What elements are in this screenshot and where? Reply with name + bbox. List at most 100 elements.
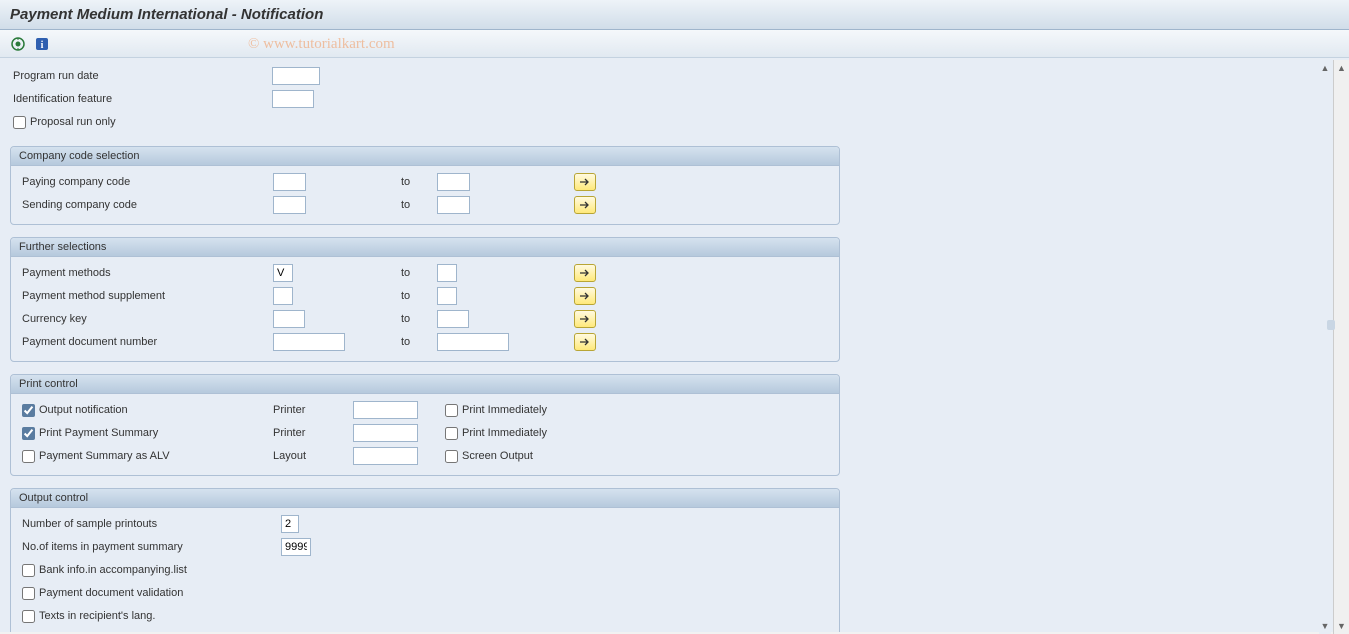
scroll-up-icon[interactable]: ▲ [1336,62,1348,74]
payment-method-supplement-row: Payment method supplement to [19,286,831,306]
output-notification-checkbox[interactable] [22,404,35,417]
output-notification-label: Output notification [39,404,128,416]
sending-company-code-label: Sending company code [19,199,273,211]
scroll-down-icon[interactable]: ▼ [1336,620,1348,632]
sending-company-code-to[interactable] [437,196,470,214]
identification-feature-label: Identification feature [10,93,272,105]
proposal-run-only-label: Proposal run only [30,116,116,128]
num-sample-printouts-input[interactable] [281,515,299,533]
scroll-grip-icon[interactable] [1327,320,1335,330]
arrow-right-icon [578,176,592,188]
output-control-group: Output control Number of sample printout… [10,488,840,632]
to-label: to [401,267,437,279]
num-sample-printouts-label: Number of sample printouts [19,518,281,530]
page-title-bar: Payment Medium International - Notificat… [0,0,1349,30]
print-immediately-checkbox-1[interactable] [445,404,458,417]
info-icon: i [34,36,50,52]
program-run-date-row: Program run date [10,66,1328,86]
print-immediately-label-1: Print Immediately [462,404,547,416]
num-items-summary-label: No.of items in payment summary [19,541,281,553]
scroll-up-icon[interactable]: ▲ [1319,62,1331,74]
further-selections-header: Further selections [11,238,839,257]
to-label: to [401,290,437,302]
output-notification-row: Output notification Printer Print Immedi… [19,400,831,420]
top-fields: Program run date Identification feature … [10,66,1328,132]
bank-info-label: Bank info.in accompanying.list [39,564,187,576]
print-payment-summary-label: Print Payment Summary [39,427,158,439]
paying-company-code-label: Paying company code [19,176,273,188]
currency-key-to[interactable] [437,310,469,328]
payment-document-number-from[interactable] [273,333,345,351]
proposal-run-only-checkbox[interactable] [13,116,26,129]
multiple-selection-button[interactable] [574,196,596,214]
sending-company-code-from[interactable] [273,196,306,214]
print-immediately-label-2: Print Immediately [462,427,547,439]
paying-company-code-to[interactable] [437,173,470,191]
print-control-group: Print control Output notification Printe… [10,374,840,476]
page-title: Payment Medium International - Notificat… [10,6,323,23]
payment-summary-alv-checkbox[interactable] [22,450,35,463]
printer-label-2: Printer [273,427,353,439]
print-immediately-checkbox-2[interactable] [445,427,458,440]
payment-methods-to[interactable] [437,264,457,282]
toolbar: i [0,30,1349,58]
payment-summary-alv-label: Payment Summary as ALV [39,450,170,462]
payment-summary-alv-layout[interactable] [353,447,418,465]
screen-output-label: Screen Output [462,450,533,462]
inner-scrollbar[interactable]: ▲ ▼ [1319,60,1331,634]
execute-button[interactable] [8,34,28,54]
arrow-right-icon [578,267,592,279]
paying-company-code-from[interactable] [273,173,306,191]
payment-document-number-row: Payment document number to [19,332,831,352]
currency-key-label: Currency key [19,313,273,325]
print-control-header: Print control [11,375,839,394]
sending-company-code-row: Sending company code to [19,195,831,215]
to-label: to [401,313,437,325]
currency-key-row: Currency key to [19,309,831,329]
arrow-right-icon [578,336,592,348]
payment-methods-from[interactable] [273,264,293,282]
identification-feature-row: Identification feature [10,89,1328,109]
arrow-right-icon [578,313,592,325]
payment-document-number-to[interactable] [437,333,509,351]
texts-recipient-lang-label: Texts in recipient's lang. [39,610,155,622]
printer-label: Printer [273,404,353,416]
texts-recipient-lang-checkbox[interactable] [22,610,35,623]
multiple-selection-button[interactable] [574,310,596,328]
texts-recipient-lang-row: Texts in recipient's lang. [19,606,831,626]
payment-doc-validation-checkbox[interactable] [22,587,35,600]
bank-info-row: Bank info.in accompanying.list [19,560,831,580]
svg-text:i: i [41,40,44,51]
multiple-selection-button[interactable] [574,264,596,282]
num-items-summary-input[interactable] [281,538,311,556]
outer-scrollbar[interactable]: ▲ ▼ [1333,60,1349,634]
company-code-header: Company code selection [11,147,839,166]
print-payment-summary-checkbox[interactable] [22,427,35,440]
currency-key-from[interactable] [273,310,305,328]
layout-label: Layout [273,450,353,462]
payment-method-supplement-to[interactable] [437,287,457,305]
num-items-summary-row: No.of items in payment summary [19,537,831,557]
info-button[interactable]: i [32,34,52,54]
payment-doc-validation-label: Payment document validation [39,587,183,599]
output-notification-printer[interactable] [353,401,418,419]
further-selections-group: Further selections Payment methods to Pa… [10,237,840,362]
screen-output-checkbox[interactable] [445,450,458,463]
payment-methods-row: Payment methods to [19,263,831,283]
execute-icon [10,36,26,52]
scroll-down-icon[interactable]: ▼ [1319,620,1331,632]
bank-info-checkbox[interactable] [22,564,35,577]
payment-methods-label: Payment methods [19,267,273,279]
arrow-right-icon [578,290,592,302]
payment-summary-alv-row: Payment Summary as ALV Layout Screen Out… [19,446,831,466]
print-payment-summary-printer[interactable] [353,424,418,442]
identification-feature-input[interactable] [272,90,314,108]
multiple-selection-button[interactable] [574,333,596,351]
multiple-selection-button[interactable] [574,287,596,305]
company-code-group: Company code selection Paying company co… [10,146,840,225]
to-label: to [401,199,437,211]
multiple-selection-button[interactable] [574,173,596,191]
payment-method-supplement-from[interactable] [273,287,293,305]
program-run-date-input[interactable] [272,67,320,85]
print-payment-summary-row: Print Payment Summary Printer Print Imme… [19,423,831,443]
